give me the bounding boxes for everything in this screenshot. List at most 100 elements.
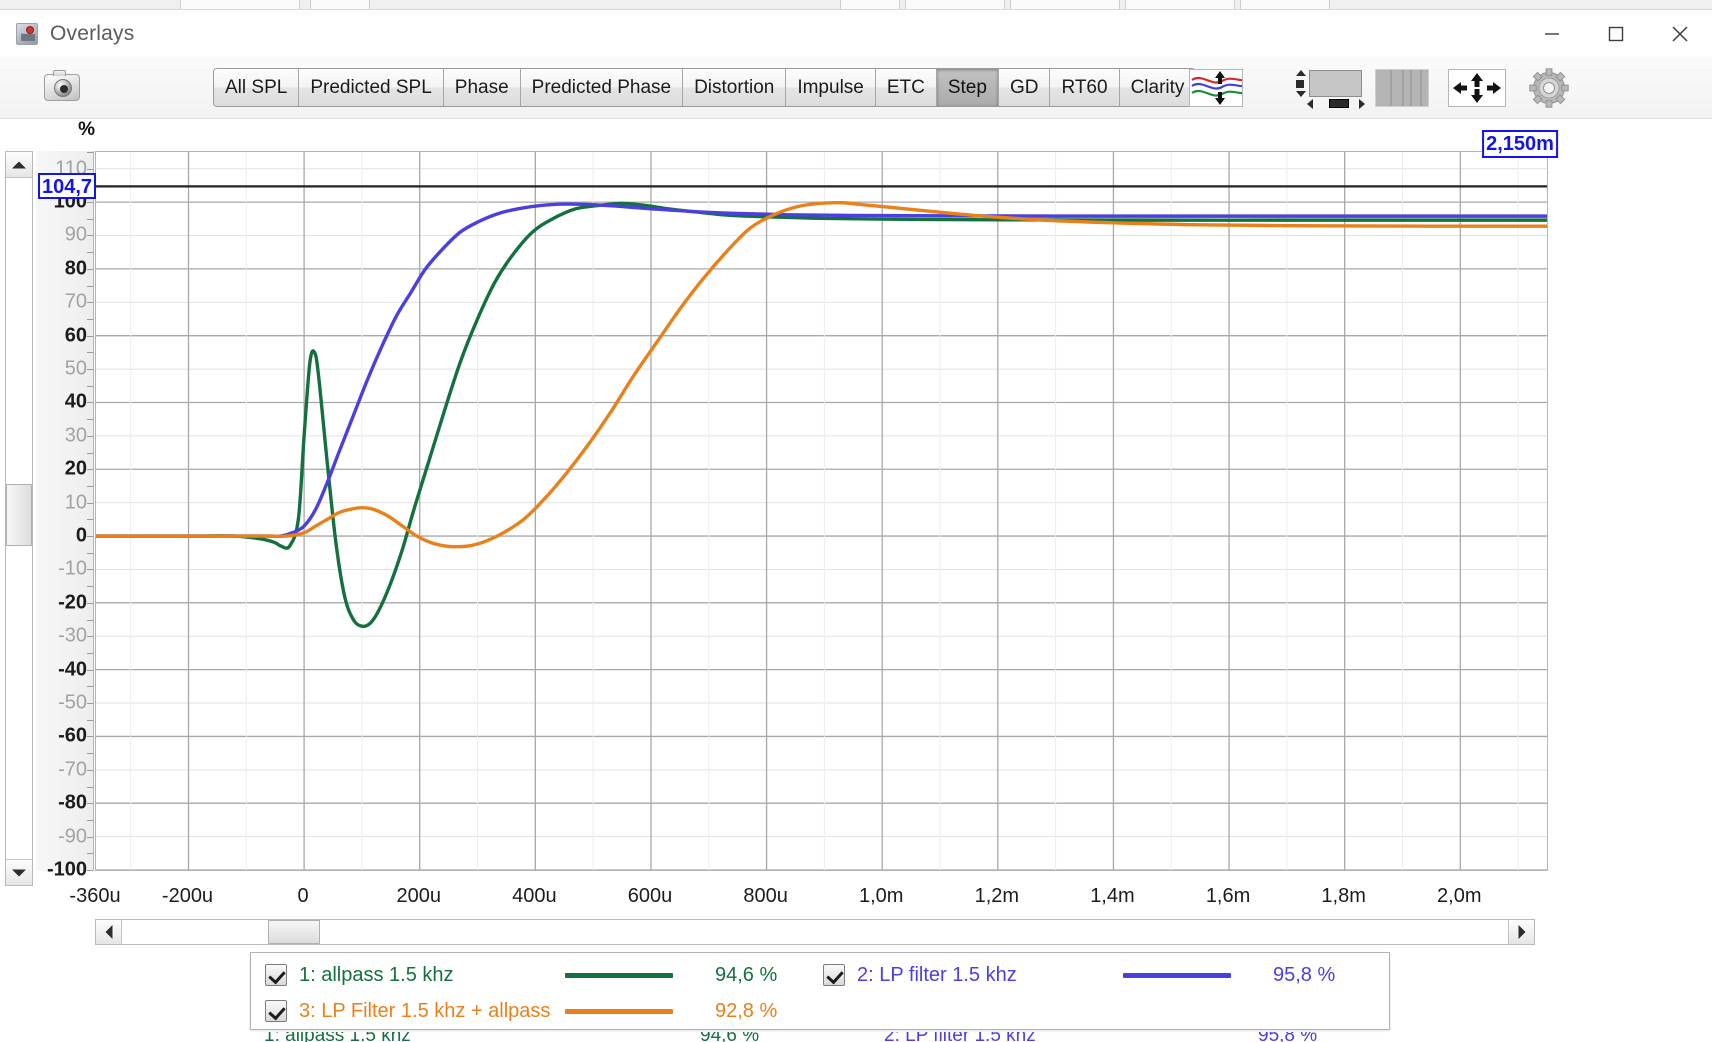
window-title: Overlays [50, 21, 135, 45]
tab-impulse[interactable]: Impulse [786, 69, 876, 106]
y-tick-mark [87, 819, 93, 821]
cut-off-text: 95,8 % [1258, 1032, 1317, 1042]
tab-predicted-phase[interactable]: Predicted Phase [520, 69, 684, 106]
legend-entry[interactable]: 2: LP filter 1.5 khz [823, 957, 1017, 993]
legend-entry[interactable]: 3: LP Filter 1.5 khz + allpass [265, 993, 550, 1029]
series-line-1 [96, 201, 1547, 629]
y-axis: 110 100 90 80 70 60 50 40 30 20 10 0 -10 -20 -30 -40 -50… [36, 151, 94, 881]
cut-off-text: 2: LP filter 1.5 khz [884, 1032, 1036, 1042]
legend-color-swatch [1123, 973, 1231, 978]
y-tick-label: -70 [58, 758, 87, 781]
y-tick-label: -60 [58, 724, 87, 747]
camera-icon[interactable] [38, 65, 86, 109]
x-tick-label: -360u [69, 885, 121, 907]
vertical-bars-icon[interactable] [1369, 67, 1435, 109]
scroll-down-arrow[interactable] [6, 859, 32, 885]
y-tick-label: -80 [58, 791, 87, 814]
y-tick-label: -20 [58, 591, 87, 614]
y-tick-mark [87, 369, 93, 371]
y-tick-mark [87, 218, 93, 220]
waves-limits-icon[interactable] [1183, 67, 1249, 109]
pan-scroll-icon[interactable] [1281, 67, 1367, 109]
y-tick-label: -90 [58, 825, 87, 848]
legend-label: 2: LP filter 1.5 khz [857, 963, 1017, 986]
y-tick-mark [87, 836, 93, 838]
tab-predicted-spl[interactable]: Predicted SPL [299, 69, 444, 106]
tab-step[interactable]: Step [936, 69, 999, 106]
y-tick-mark [87, 619, 93, 621]
legend-checkbox[interactable] [823, 964, 845, 986]
vertical-scroll-thumb[interactable] [6, 484, 32, 547]
horizontal-scroll-thumb[interactable] [267, 920, 320, 944]
y-tick-mark [87, 402, 93, 404]
x-tick-label: 600u [627, 885, 673, 907]
y-tick-mark [87, 202, 93, 204]
y-cursor-value[interactable]: 104,7 [38, 173, 96, 200]
legend-entry[interactable]: 1: allpass 1.5 khz [265, 957, 454, 993]
x-tick-label: 1,8m [1321, 885, 1366, 907]
scroll-up-arrow[interactable] [6, 152, 32, 178]
y-tick-mark [87, 536, 93, 538]
legend-checkbox[interactable] [265, 1000, 287, 1022]
y-tick-mark [87, 452, 93, 454]
legend-value: 92,8 % [715, 1000, 778, 1022]
y-tick-mark [87, 469, 93, 471]
y-tick-mark [87, 252, 93, 254]
y-tick-mark [87, 268, 93, 270]
vertical-scroll-track[interactable] [6, 178, 32, 859]
legend-checkbox[interactable] [265, 964, 287, 986]
parent-window-chrome-strip [0, 0, 1712, 10]
y-tick-mark [87, 502, 93, 504]
tab-gd[interactable]: GD [998, 69, 1051, 106]
legend-value: 95,8 % [1273, 964, 1336, 986]
y-tick-mark [87, 853, 93, 855]
y-tick-label: 60 [64, 324, 87, 347]
tab-all-spl[interactable]: All SPL [214, 69, 300, 106]
y-tick-mark [87, 586, 93, 588]
scroll-left-arrow[interactable] [96, 920, 122, 944]
vertical-scrollbar[interactable] [5, 151, 33, 886]
close-button[interactable] [1648, 10, 1712, 57]
x-tick-label: 1,2m [974, 885, 1020, 907]
y-tick-mark [87, 318, 93, 320]
y-tick-mark [87, 736, 93, 738]
horizontal-scrollbar[interactable] [95, 919, 1535, 945]
y-tick-label: 10 [64, 491, 87, 514]
tab-distortion[interactable]: Distortion [683, 69, 787, 106]
y-tick-mark [87, 719, 93, 721]
y-tick-label: 30 [64, 424, 87, 447]
x-cursor-value[interactable]: 2,150m [1482, 130, 1558, 158]
title-bar: Overlays [0, 10, 1712, 57]
y-tick-mark [87, 419, 93, 421]
chart-type-tab-group: All SPL Predicted SPL Phase Predicted Phase… [213, 68, 1197, 107]
y-tick-label: 0 [75, 524, 87, 547]
series-line-3 [96, 200, 1547, 549]
y-tick-label: -100 [46, 858, 87, 881]
window-controls [1520, 10, 1712, 57]
chart-area: % 110 100 90 80 70 60 50 40 30 20 10 0 -10 -20 -30 -40-… [0, 119, 1712, 945]
gear-icon[interactable] [1522, 67, 1576, 109]
tab-rt60[interactable]: RT60 [1050, 69, 1120, 106]
tab-phase[interactable]: Phase [443, 69, 521, 106]
toolbar: All SPL Predicted SPL Phase Predicted Phase… [0, 57, 1712, 119]
cut-off-text: 94,6 % [700, 1032, 759, 1042]
y-tick-label: -30 [58, 624, 87, 647]
y-tick-mark [87, 235, 93, 237]
horizontal-scroll-track[interactable] [122, 920, 1508, 944]
y-tick-mark [87, 703, 93, 705]
y-tick-mark [87, 803, 93, 805]
y-tick-label: 80 [64, 257, 87, 280]
y-tick-mark [87, 302, 93, 304]
minimize-button[interactable] [1520, 10, 1584, 57]
maximize-button[interactable] [1584, 10, 1648, 57]
legend-color-swatch [565, 1009, 673, 1014]
y-tick-mark [87, 435, 93, 437]
fit-to-screen-icon[interactable] [1446, 67, 1508, 109]
plot-canvas[interactable] [95, 151, 1548, 871]
scroll-right-arrow[interactable] [1508, 920, 1534, 944]
tab-etc[interactable]: ETC [875, 69, 937, 106]
y-tick-label: 50 [64, 357, 87, 380]
y-tick-mark [87, 602, 93, 604]
y-tick-label: -10 [58, 557, 87, 580]
series-line-2 [96, 202, 1547, 538]
